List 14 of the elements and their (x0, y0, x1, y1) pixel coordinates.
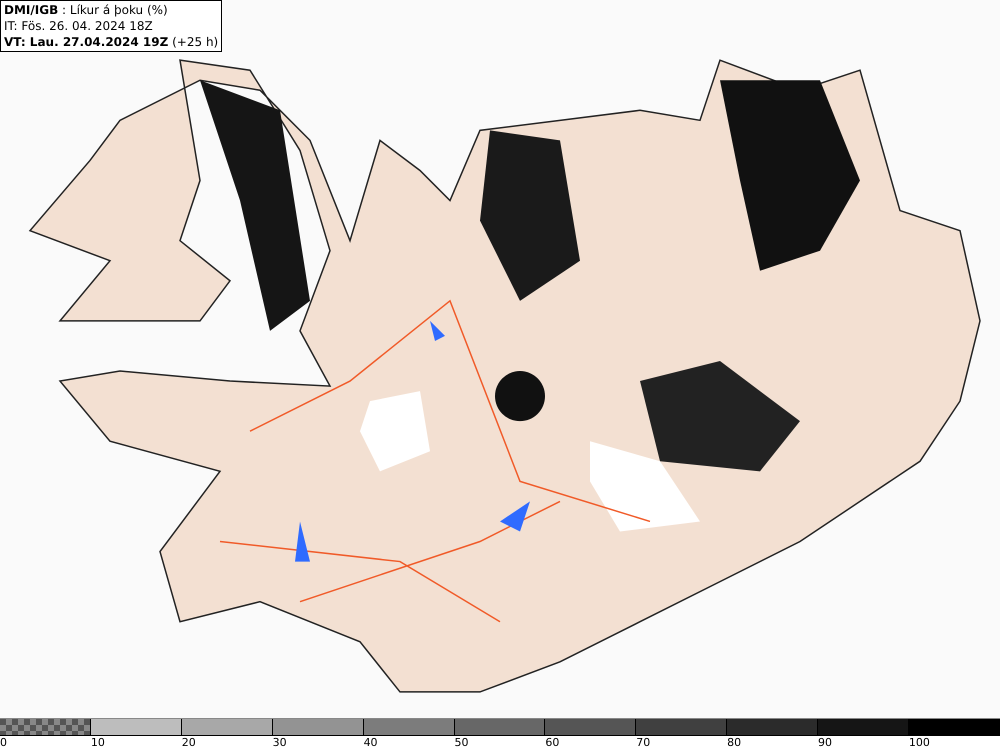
legend-label: 40 (364, 736, 378, 749)
legend-label: 70 (636, 736, 650, 749)
legend-label: 80 (727, 736, 742, 749)
legend-label: 60 (545, 736, 560, 749)
legend-label: 20 (182, 736, 196, 749)
legend-label: 10 (90, 736, 105, 749)
header-text: VT: Lau. 27.04.2024 19Z (+25 h) (4, 34, 218, 50)
legend-label: 90 (818, 736, 832, 749)
header-text: DMI/IGB : Líkur á þoku (%) (4, 2, 169, 18)
legend-label: 30 (272, 736, 287, 749)
legend-label: 50 (454, 736, 468, 749)
legend-label: 0 (0, 736, 7, 749)
legend-label: 100 (908, 736, 930, 749)
header-text: IT: Fös. 26. 04. 2024 18Z (4, 18, 154, 34)
